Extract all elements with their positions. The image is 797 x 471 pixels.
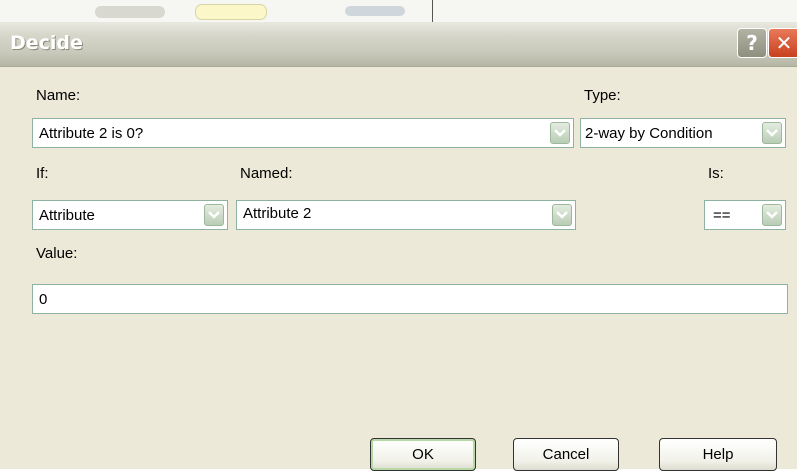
name-dropdown-button[interactable] <box>550 122 570 144</box>
chevron-down-icon <box>766 129 778 137</box>
named-combobox[interactable]: Attribute 2 <box>236 200 576 230</box>
if-dropdown-button[interactable] <box>204 204 224 226</box>
chevron-down-icon <box>554 129 566 137</box>
name-value: Attribute 2 is 0? <box>39 125 144 142</box>
ok-button-label: OK <box>412 446 434 463</box>
is-dropdown-button[interactable] <box>762 204 782 226</box>
value-label: Value: <box>36 245 78 262</box>
background-line <box>432 0 433 22</box>
chevron-down-icon <box>766 211 778 219</box>
background-shape <box>95 6 165 18</box>
name-label: Name: <box>36 87 81 104</box>
ok-button[interactable]: OK <box>370 438 476 471</box>
close-icon: ✕ <box>775 31 793 55</box>
title-bar[interactable]: Decide ? ✕ <box>0 22 797 67</box>
background-shape <box>195 4 267 20</box>
help-button[interactable]: Help <box>659 438 777 471</box>
value-input[interactable]: 0 <box>32 284 788 314</box>
title-help-button[interactable]: ? <box>737 28 767 58</box>
is-label: Is: <box>708 165 724 182</box>
chevron-down-icon <box>556 211 568 219</box>
if-value: Attribute <box>39 207 95 224</box>
type-dropdown-button[interactable] <box>762 122 782 144</box>
type-label: Type: <box>584 87 621 104</box>
cancel-button[interactable]: Cancel <box>513 438 619 471</box>
if-combobox[interactable]: Attribute <box>32 200 228 230</box>
title-close-button[interactable]: ✕ <box>768 28 797 58</box>
question-icon: ? <box>746 31 758 55</box>
named-label: Named: <box>240 165 293 182</box>
named-value: Attribute 2 <box>243 205 312 222</box>
is-combobox[interactable]: == <box>704 200 786 230</box>
help-button-label: Help <box>702 446 734 463</box>
is-value: == <box>713 207 731 224</box>
if-label: If: <box>36 165 49 182</box>
cancel-button-label: Cancel <box>542 446 590 463</box>
name-combobox[interactable]: Attribute 2 is 0? <box>32 118 574 148</box>
type-combobox[interactable]: 2-way by Condition <box>580 118 786 148</box>
background-window-strip <box>0 0 797 22</box>
named-dropdown-button[interactable] <box>552 204 572 226</box>
chevron-down-icon <box>208 211 220 219</box>
decide-dialog: Decide ? ✕ Name: Attribute 2 is 0? Type:… <box>0 22 797 471</box>
background-shape <box>345 6 405 16</box>
dialog-title: Decide <box>10 32 83 54</box>
type-value: 2-way by Condition <box>585 125 713 142</box>
value-text: 0 <box>39 291 48 308</box>
